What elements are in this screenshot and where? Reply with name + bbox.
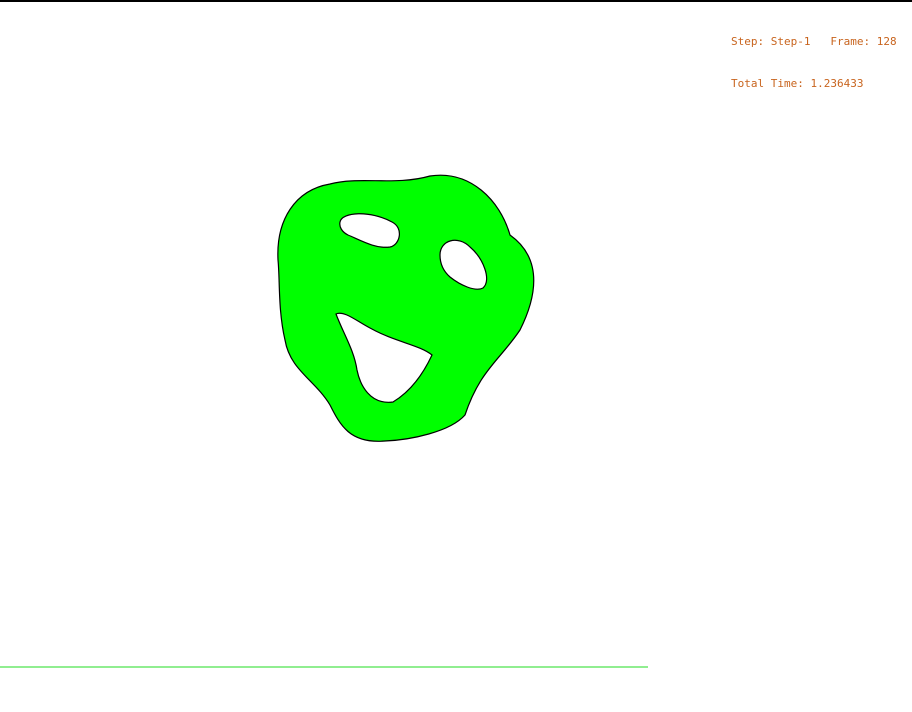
deformable-body: [277, 174, 535, 442]
status-overlay: Step: Step-1 Frame: 128 Total Time: 1.23…: [731, 7, 897, 105]
model-viewport[interactable]: [0, 0, 912, 712]
step-label: Step:: [731, 35, 765, 48]
step-value: Step-1: [770, 35, 811, 48]
ground-plane-line: [0, 666, 648, 668]
total-time-label: Total Time:: [731, 77, 804, 90]
frame-label: Frame:: [830, 35, 871, 48]
step-frame-line: Step: Step-1 Frame: 128: [731, 35, 897, 49]
frame-value: 128: [876, 35, 897, 48]
total-time-line: Total Time: 1.236433: [731, 77, 897, 91]
total-time-value: 1.236433: [810, 77, 864, 90]
